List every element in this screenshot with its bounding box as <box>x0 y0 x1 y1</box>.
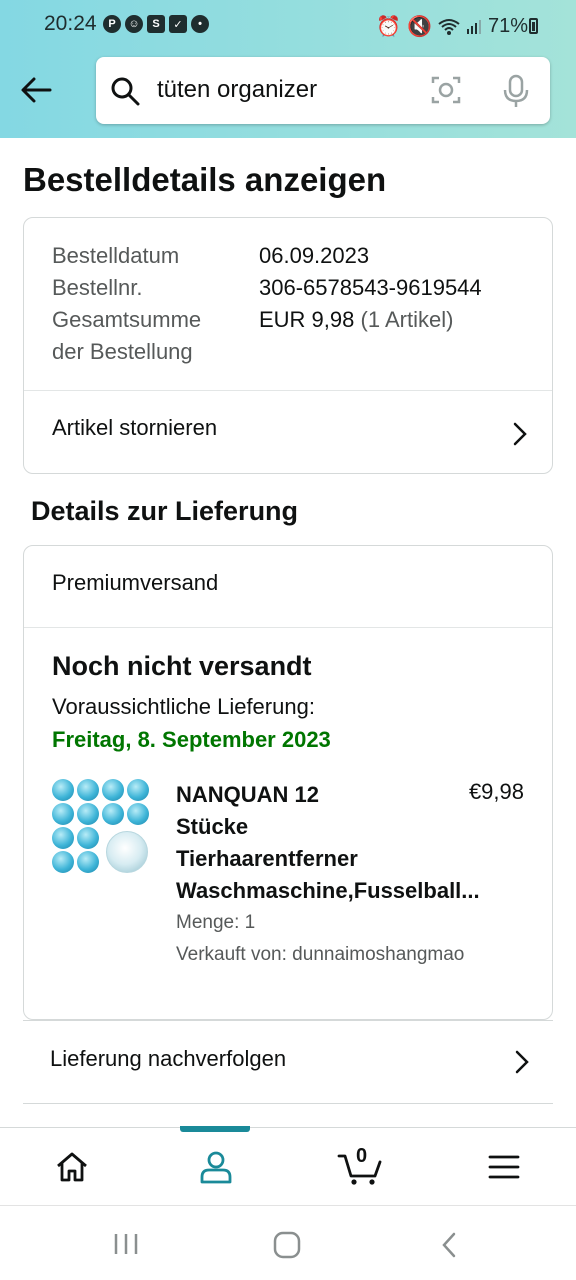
order-total-amount: EUR 9,98 <box>259 307 355 332</box>
cart-count: 0 <box>356 1145 368 1167</box>
status-right: ⏰ 🔇 71% <box>376 14 528 39</box>
chevron-right-icon <box>515 1050 529 1074</box>
pinterest-icon: P <box>103 15 121 33</box>
active-tab-indicator <box>180 1126 250 1132</box>
product-title-line: NANQUAN 12 <box>176 782 320 807</box>
order-total-value: EUR 9,98 (1 Artikel) <box>259 304 453 336</box>
battery-percent: 71% <box>487 15 528 37</box>
battery-icon <box>529 18 538 34</box>
product-price: €9,98 <box>468 779 524 804</box>
system-back-icon[interactable] <box>440 1231 458 1259</box>
search-input[interactable]: tüten organizer <box>157 76 317 104</box>
shipment-status: Noch nicht versandt <box>52 651 312 681</box>
order-summary-card: Bestelldatum 06.09.2023 Bestellnr. 306-6… <box>23 217 553 474</box>
divider <box>24 627 552 628</box>
microphone-icon[interactable] <box>501 74 531 108</box>
nav-menu[interactable] <box>432 1128 576 1206</box>
product-quantity: Menge: 1 <box>176 912 256 933</box>
bottom-nav: 0 <box>0 1127 576 1205</box>
cancel-items-link[interactable]: Artikel stornieren <box>52 415 217 441</box>
chevron-right-icon <box>513 422 527 446</box>
product-title[interactable]: NANQUAN 12 Stücke Tierhaarentferner Wasc… <box>176 779 506 907</box>
track-delivery-link[interactable]: Lieferung nachverfolgen <box>50 1046 286 1072</box>
search-bar[interactable]: tüten organizer <box>96 57 550 124</box>
notification-icons: P ☺ S ✓ • <box>103 15 209 33</box>
user-icon <box>200 1151 232 1184</box>
check-icon: ✓ <box>169 15 187 33</box>
app-header: 20:24 P ☺ S ✓ • ⏰ 🔇 71% tüten organizer <box>0 0 576 138</box>
order-date-label: Bestelldatum <box>52 243 180 268</box>
hamburger-menu-icon <box>488 1155 520 1179</box>
search-icon <box>111 77 140 106</box>
delivery-card: Premiumversand Noch nicht versandt Vorau… <box>23 545 553 1020</box>
expected-delivery-date: Freitag, 8. September 2023 <box>52 727 331 752</box>
product-seller: Verkauft von: dunnaimoshangmao <box>176 944 465 965</box>
order-total-items: (1 Artikel) <box>360 307 454 332</box>
wifi-icon <box>438 18 460 35</box>
product-thumbnail[interactable] <box>52 779 152 879</box>
shipping-method: Premiumversand <box>52 570 219 595</box>
delivery-heading: Details zur Lieferung <box>31 496 299 526</box>
snapchat-icon: ☺ <box>125 15 143 33</box>
recent-apps-icon[interactable] <box>113 1232 139 1256</box>
home-icon <box>57 1152 87 1182</box>
nav-cart[interactable]: 0 <box>288 1128 432 1206</box>
product-title-line: Tierhaarentferner <box>176 846 358 871</box>
page-title: Bestelldetails anzeigen <box>23 161 387 198</box>
product-title-line: Stücke <box>176 814 249 839</box>
nav-home[interactable] <box>0 1128 144 1206</box>
nav-account[interactable] <box>144 1128 288 1206</box>
status-time: 20:24 <box>44 12 97 35</box>
app-badge-icon: • <box>191 15 209 33</box>
arrow-left-icon <box>21 77 52 103</box>
cancel-items-row[interactable]: Artikel stornieren <box>24 391 552 474</box>
order-date-value: 06.09.2023 <box>259 243 370 268</box>
alarm-icon: ⏰ <box>376 16 402 38</box>
expected-delivery-label: Voraussichtliche Lieferung: <box>52 694 315 719</box>
status-bar: 20:24 P ☺ S ✓ • ⏰ 🔇 71% <box>0 0 576 52</box>
mute-icon: 🔇 <box>407 16 432 38</box>
back-button[interactable] <box>16 70 56 110</box>
order-total-label-line1: Gesamtsumme <box>52 307 202 332</box>
order-total-label-line2: der Bestellung <box>52 339 193 364</box>
s-app-icon: S <box>147 15 165 33</box>
order-number-value: 306-6578543-9619544 <box>259 275 482 300</box>
order-number-label: Bestellnr. <box>52 275 143 300</box>
camera-search-icon[interactable] <box>430 74 462 106</box>
track-delivery-row[interactable]: Lieferung nachverfolgen <box>23 1020 553 1104</box>
home-button-icon[interactable] <box>273 1231 301 1259</box>
system-nav-bar <box>0 1205 576 1280</box>
product-title-line: Waschmaschine,Fusselball... <box>176 878 480 903</box>
signal-icon <box>466 19 481 34</box>
